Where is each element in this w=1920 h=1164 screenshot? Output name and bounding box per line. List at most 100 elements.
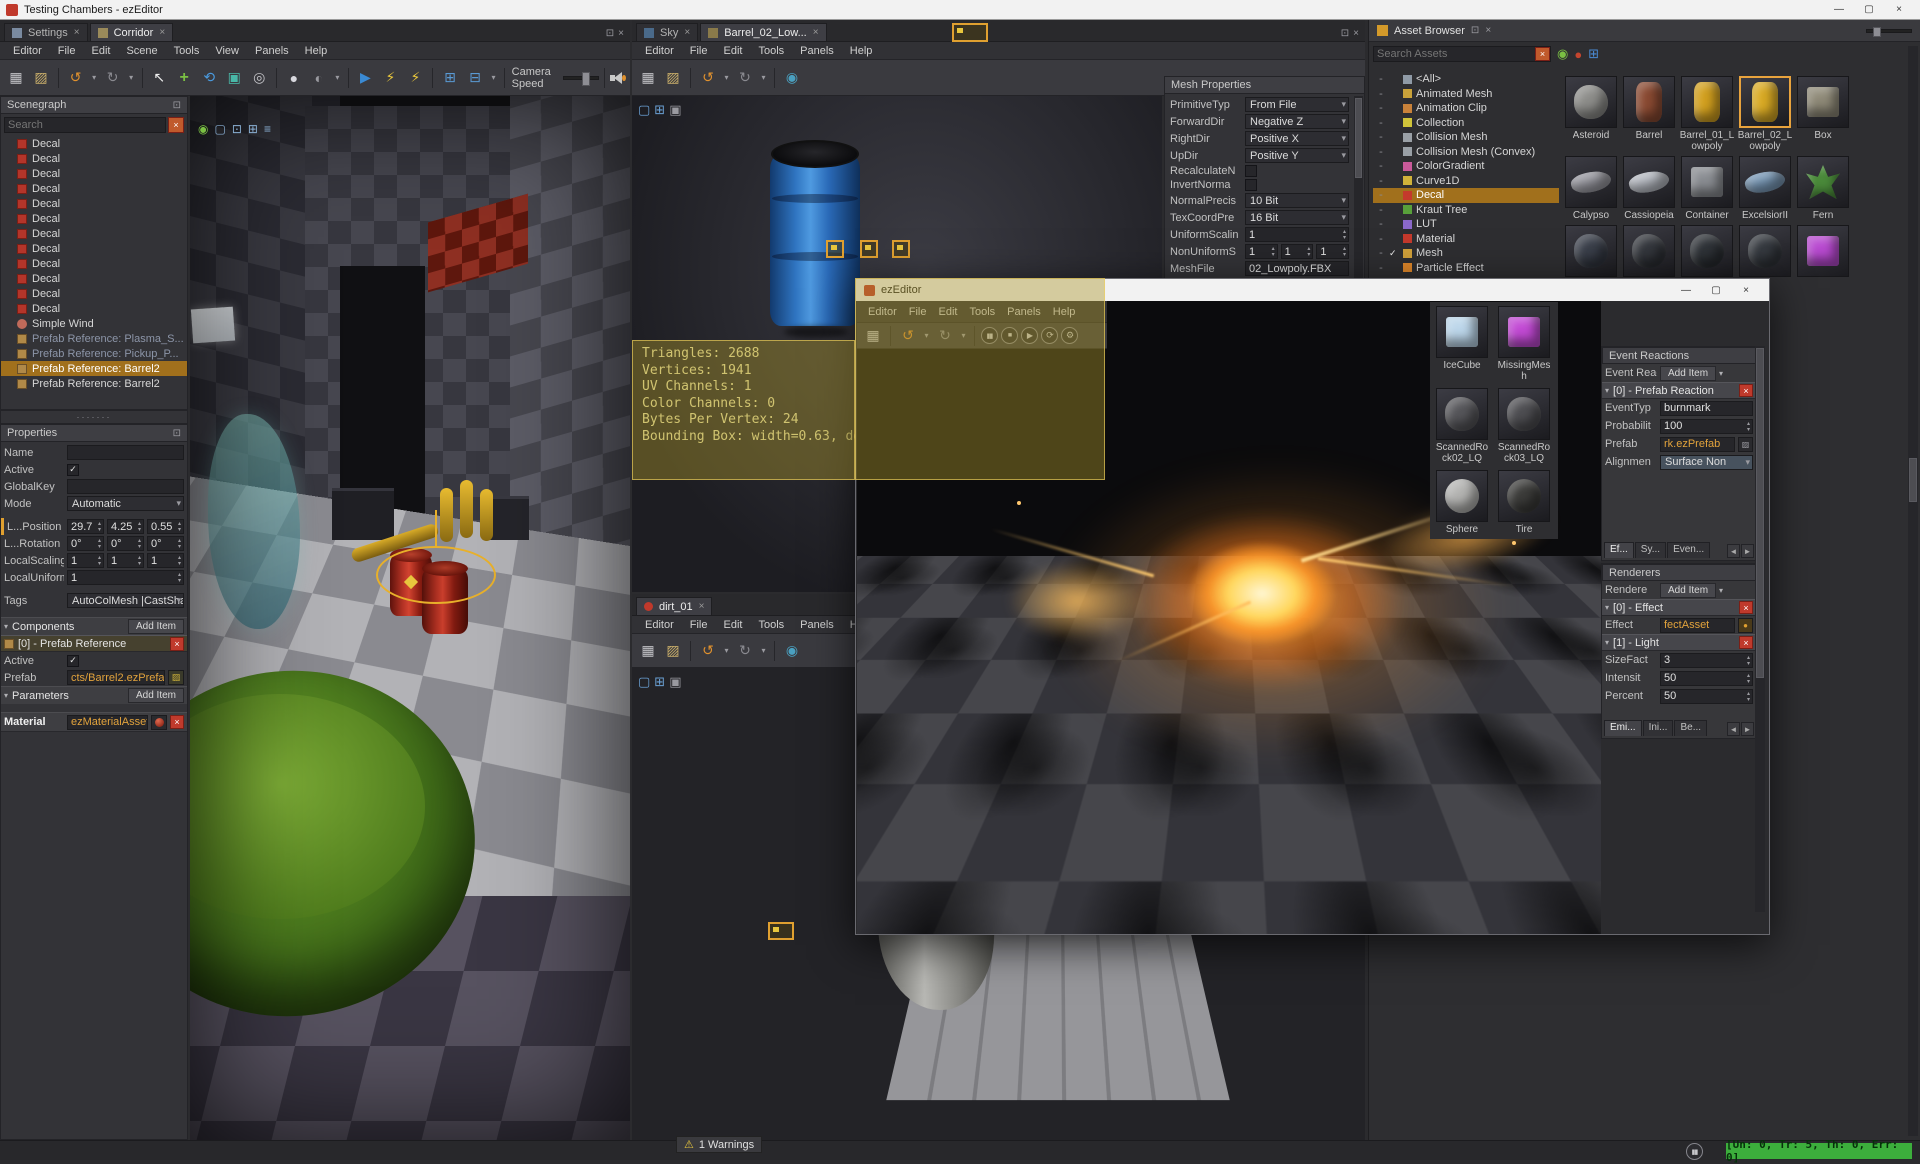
panel-float-icon[interactable]: ⊡: [173, 100, 181, 111]
tab-corridor[interactable]: Corridor ×: [89, 23, 174, 41]
camera-speed-slider[interactable]: [563, 71, 600, 86]
scenegraph-item[interactable]: Decal: [1, 256, 187, 271]
percent-spinner[interactable]: 50: [1660, 688, 1753, 704]
undo-caret-icon[interactable]: ▾: [721, 638, 732, 664]
asset-type-item[interactable]: ✓ ColorGradient: [1373, 159, 1559, 174]
add-component-button[interactable]: Add Item: [127, 619, 184, 634]
asset-globe-icon[interactable]: ◉: [780, 638, 804, 664]
asset-tile[interactable]: Asteroid: [1563, 76, 1619, 152]
asset-tile[interactable]: Cassiopeia: [1621, 156, 1677, 221]
particle-panel-scrollbar[interactable]: [1755, 346, 1765, 912]
panel-float-icon[interactable]: ⊡: [1471, 25, 1479, 36]
scenegraph-item[interactable]: Decal: [1, 271, 187, 286]
tab-initializers[interactable]: Ini...: [1642, 720, 1674, 736]
menu-item[interactable]: Tools: [751, 44, 791, 58]
tab-effect[interactable]: Ef...: [1604, 542, 1634, 558]
recalculate-normals-checkbox[interactable]: [1245, 165, 1257, 177]
event-reactions-header[interactable]: Event Reactions: [1602, 347, 1756, 364]
window-titlebar[interactable]: Testing Chambers - ezEditor — ▢ ×: [0, 0, 1920, 20]
asset-type-item[interactable]: ✓ Collision Mesh (Convex): [1373, 145, 1559, 160]
mesh-properties-header[interactable]: Mesh Properties: [1164, 76, 1365, 94]
scenegraph-item[interactable]: Prefab Reference: Pickup_P...: [1, 346, 187, 361]
scaling-z-spinner[interactable]: 1: [147, 553, 184, 568]
asset-tile[interactable]: ScannedRock03_LQ: [1496, 388, 1552, 464]
menu-item[interactable]: Editor: [6, 44, 49, 58]
tab-scroll-right-icon[interactable]: ►: [1741, 544, 1754, 558]
float-dock-icon[interactable]: ⊡: [1341, 28, 1349, 39]
panel-splitter[interactable]: ·······: [0, 410, 188, 424]
rotation-x-spinner[interactable]: 0°: [67, 536, 104, 551]
tab-system[interactable]: Sy...: [1634, 542, 1667, 558]
grid-icon[interactable]: ⊞: [654, 674, 665, 690]
prefab-asset-input[interactable]: cts/Barrel2.ezPrefab: [67, 670, 165, 685]
asset-search-input[interactable]: [1373, 46, 1551, 62]
texcoord-precision-dropdown[interactable]: 16 Bit: [1245, 210, 1349, 225]
asset-tile[interactable]: ScannedRock02_LQ: [1434, 388, 1490, 464]
tab-events[interactable]: Even...: [1667, 542, 1711, 558]
rotate-tool-icon[interactable]: ⟲: [197, 65, 221, 91]
render-mode-icon[interactable]: ●: [282, 65, 306, 91]
position-y-spinner[interactable]: 4.25: [107, 519, 144, 534]
redo-caret-icon[interactable]: ▾: [758, 638, 769, 664]
material-asset-input[interactable]: ezMaterialAsset: [67, 714, 148, 730]
tab-dirt-01[interactable]: dirt_01 ×: [636, 597, 713, 615]
renderers-header[interactable]: Renderers: [1602, 564, 1756, 581]
primitive-type-dropdown[interactable]: From File: [1245, 97, 1349, 112]
scenegraph-item[interactable]: Decal: [1, 226, 187, 241]
menu-item[interactable]: Panels: [793, 618, 841, 632]
tab-close-icon[interactable]: ×: [813, 27, 819, 38]
minimize-button[interactable]: —: [1671, 281, 1701, 299]
open-icon[interactable]: ▨: [661, 65, 685, 91]
tab-sky[interactable]: Sky ×: [636, 23, 699, 41]
maximize-button[interactable]: ▢: [1854, 1, 1884, 19]
asset-tile[interactable]: Barrel_02_Lowpoly: [1737, 76, 1793, 152]
globalkey-input[interactable]: [67, 479, 184, 494]
clear-material-icon[interactable]: ×: [170, 715, 184, 729]
asset-type-item[interactable]: ✓ Animated Mesh: [1373, 87, 1559, 102]
material-preview-swatch[interactable]: [151, 714, 167, 730]
asset-tile[interactable]: [1795, 225, 1851, 279]
asset-grid-icon[interactable]: ⊞: [1588, 46, 1599, 62]
type-checkbox-icon[interactable]: ✓: [1389, 248, 1399, 259]
maximize-button[interactable]: ▢: [1701, 281, 1731, 299]
event-type-input[interactable]: burnmark: [1660, 400, 1753, 416]
menu-item[interactable]: File: [51, 44, 83, 58]
redo-icon[interactable]: ↻: [733, 65, 757, 91]
menu-item[interactable]: View: [208, 44, 246, 58]
asset-type-item[interactable]: ✓ LUT: [1373, 217, 1559, 232]
menu-item[interactable]: Help: [843, 44, 880, 58]
add-parameter-button[interactable]: Add Item: [127, 688, 184, 703]
save-icon[interactable]: ▦: [636, 65, 660, 91]
position-x-spinner[interactable]: 29.7: [67, 519, 104, 534]
selection-gizmo-ellipse[interactable]: [376, 546, 496, 604]
scenegraph-item[interactable]: Prefab Reference: Barrel2: [1, 361, 187, 376]
scenegraph-item[interactable]: Decal: [1, 211, 187, 226]
asset-type-item[interactable]: ✓ Collision Mesh: [1373, 130, 1559, 145]
camera-speed-knob[interactable]: [582, 71, 591, 86]
size-factor-spinner[interactable]: 3: [1660, 652, 1753, 668]
scaling-y-spinner[interactable]: 1: [107, 553, 144, 568]
stats-icon[interactable]: ≡: [264, 122, 271, 136]
view-icon[interactable]: ▢: [638, 674, 650, 690]
asset-tile[interactable]: IceCube: [1434, 306, 1490, 382]
mode-dropdown[interactable]: Automatic: [67, 496, 184, 511]
menu-item[interactable]: File: [683, 44, 715, 58]
nonuniform-x-spinner[interactable]: 1: [1245, 244, 1278, 259]
render-caret-icon[interactable]: ▾: [332, 65, 343, 91]
redo-caret-icon[interactable]: ▾: [758, 65, 769, 91]
stats-icon[interactable]: ▣: [669, 674, 681, 690]
grid-toggle-icon[interactable]: ⊞: [438, 65, 462, 91]
grid-icon[interactable]: ⊞: [654, 102, 665, 118]
intensity-spinner[interactable]: 50: [1660, 670, 1753, 686]
panel-float-icon[interactable]: ⊡: [173, 428, 181, 439]
asset-type-item[interactable]: ✓ Kraut Tree: [1373, 203, 1559, 218]
scenegraph-item[interactable]: Decal: [1, 181, 187, 196]
close-dock-icon[interactable]: ×: [1353, 28, 1359, 39]
undo-caret-icon[interactable]: ▾: [721, 65, 732, 91]
component-0-header[interactable]: [0] - Prefab Reference ×: [1, 635, 187, 652]
asset-tile[interactable]: MissingMesh: [1496, 306, 1552, 382]
redo-caret-icon[interactable]: ▾: [126, 65, 137, 91]
remove-renderer-icon[interactable]: ×: [1739, 601, 1753, 614]
asset-type-item[interactable]: ✓ Mesh: [1373, 246, 1559, 261]
tab-close-icon[interactable]: ×: [684, 27, 690, 38]
